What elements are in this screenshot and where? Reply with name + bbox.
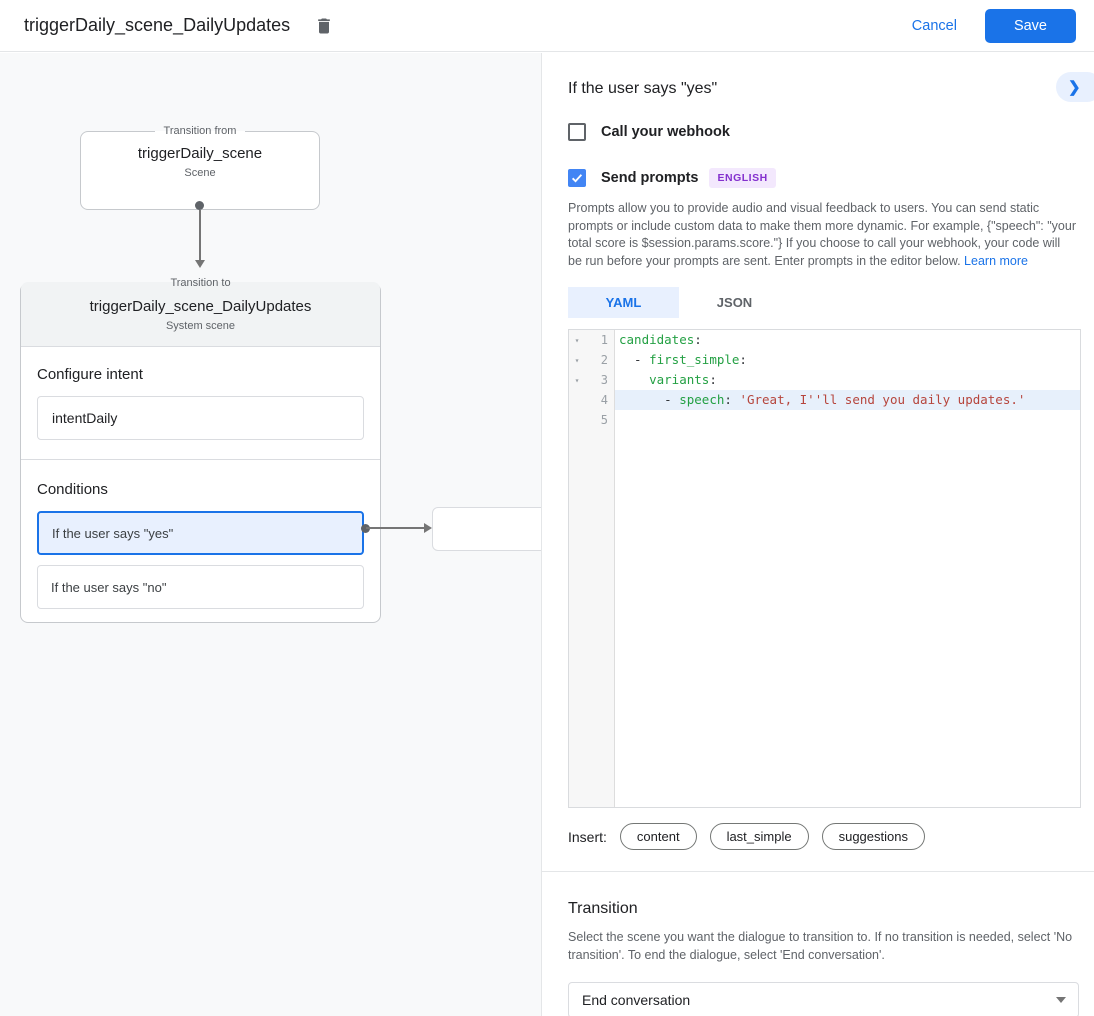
fold-toggle[interactable]: ▾ [569, 376, 585, 385]
yaml-key: first_simple [649, 352, 739, 367]
editor-code-area[interactable]: candidates: - first_simple: variants: - … [615, 330, 1080, 807]
yaml-key: variants [649, 372, 709, 387]
tab-yaml[interactable]: YAML [568, 287, 679, 318]
editor-format-tabs: YAML JSON [568, 287, 1078, 318]
save-button[interactable]: Save [985, 9, 1076, 43]
delete-scene-button[interactable] [310, 12, 338, 40]
code-line-5 [615, 410, 1080, 430]
chevron-right-icon: ❯ [1068, 78, 1081, 96]
collapse-panel-button[interactable]: ❯ [1056, 72, 1094, 102]
language-badge: ENGLISH [709, 168, 775, 188]
trash-icon [314, 16, 334, 36]
send-prompts-checkbox[interactable] [568, 169, 586, 187]
page-title: triggerDaily_scene_DailyUpdates [24, 15, 290, 36]
tab-json[interactable]: JSON [679, 287, 790, 318]
webhook-checkbox[interactable] [568, 123, 586, 141]
cancel-button[interactable]: Cancel [912, 18, 957, 34]
condition-target-node[interactable] [432, 507, 541, 551]
transition-to-legend: Transition to [161, 277, 239, 289]
line-number: 4 [585, 393, 614, 407]
yaml-key: speech [679, 392, 724, 407]
top-bar: triggerDaily_scene_DailyUpdates Cancel S… [0, 0, 1094, 52]
line-number: 5 [585, 413, 614, 427]
checkmark-icon [570, 171, 584, 185]
condition-editor-panel: If the user says "yes" ❯ Call your webho… [541, 53, 1094, 1016]
connector-dot [195, 201, 204, 210]
condition-item-yes[interactable]: If the user says "yes" [37, 511, 364, 555]
insert-label: Insert: [568, 829, 607, 845]
dropdown-caret-icon [1056, 997, 1066, 1003]
transition-description: Select the scene you want the dialogue t… [568, 929, 1077, 964]
yaml-punct: : [709, 372, 717, 387]
fold-toggle[interactable]: ▾ [569, 336, 585, 345]
code-line-2: - first_simple: [615, 350, 1080, 370]
transition-select[interactable]: End conversation [568, 982, 1079, 1016]
transition-to-node: Transition to triggerDaily_scene_DailyUp… [20, 277, 381, 623]
intent-field[interactable]: intentDaily [37, 396, 364, 440]
yaml-key: candidates [619, 332, 694, 347]
yaml-punct: - [619, 392, 679, 407]
condition-no-label: If the user says "no" [51, 580, 166, 595]
code-line-3: variants: [615, 370, 1080, 390]
webhook-row: Call your webhook [568, 123, 1078, 141]
configure-intent-label: Configure intent [37, 366, 364, 383]
transition-from-legend: Transition from [155, 125, 246, 137]
connector-line-horizontal [366, 527, 424, 529]
arrowhead-right-icon [424, 523, 432, 533]
fold-toggle[interactable]: ▾ [569, 356, 585, 365]
divider [21, 459, 380, 460]
transition-select-value: End conversation [582, 992, 1056, 1008]
to-scene-title: triggerDaily_scene_DailyUpdates [21, 298, 380, 315]
transition-section-title: Transition [568, 900, 1078, 918]
scene-body: Configure intent intentDaily Conditions … [21, 366, 380, 609]
learn-more-link[interactable]: Learn more [964, 254, 1028, 268]
yaml-code-editor[interactable]: ▾1 ▾2 ▾3 4 5 candidates: - first_simple:… [568, 329, 1081, 808]
yaml-punct [619, 372, 649, 387]
editor-gutter: ▾1 ▾2 ▾3 4 5 [569, 330, 615, 807]
condition-yes-label: If the user says "yes" [52, 526, 173, 541]
send-prompts-row: Send prompts ENGLISH [568, 168, 1078, 188]
line-number: 3 [585, 373, 614, 387]
prompts-description: Prompts allow you to provide audio and v… [568, 200, 1077, 270]
divider [542, 871, 1094, 872]
conditions-label: Conditions [37, 481, 364, 498]
connector-line-vertical [199, 210, 201, 261]
code-line-1: candidates: [615, 330, 1080, 350]
code-line-4: - speech: 'Great, I''ll send you daily u… [615, 390, 1080, 410]
yaml-string: 'Great, I''ll send you daily updates.' [739, 392, 1025, 407]
flow-canvas: Transition from triggerDaily_scene Scene… [0, 53, 541, 1016]
insert-chip-last-simple[interactable]: last_simple [710, 823, 809, 850]
line-number: 1 [585, 333, 614, 347]
send-prompts-label: Send prompts [601, 170, 698, 186]
from-scene-subtitle: Scene [81, 167, 319, 179]
line-number: 2 [585, 353, 614, 367]
arrowhead-down-icon [195, 260, 205, 268]
transition-from-node[interactable]: Transition from triggerDaily_scene Scene [80, 125, 320, 210]
insert-chip-suggestions[interactable]: suggestions [822, 823, 925, 850]
yaml-punct: - [619, 352, 649, 367]
from-scene-title: triggerDaily_scene [81, 145, 319, 162]
insert-row: Insert: content last_simple suggestions [568, 823, 1078, 850]
scene-header: triggerDaily_scene_DailyUpdates System s… [21, 282, 380, 347]
intent-value: intentDaily [52, 410, 117, 426]
yaml-punct: : [694, 332, 702, 347]
to-scene-subtitle: System scene [21, 320, 380, 332]
yaml-punct: : [724, 392, 739, 407]
condition-item-no[interactable]: If the user says "no" [37, 565, 364, 609]
panel-title: If the user says "yes" [568, 80, 1078, 98]
topbar-actions: Cancel Save [912, 9, 1078, 43]
yaml-punct: : [739, 352, 747, 367]
webhook-label: Call your webhook [601, 124, 730, 140]
insert-chip-content[interactable]: content [620, 823, 697, 850]
